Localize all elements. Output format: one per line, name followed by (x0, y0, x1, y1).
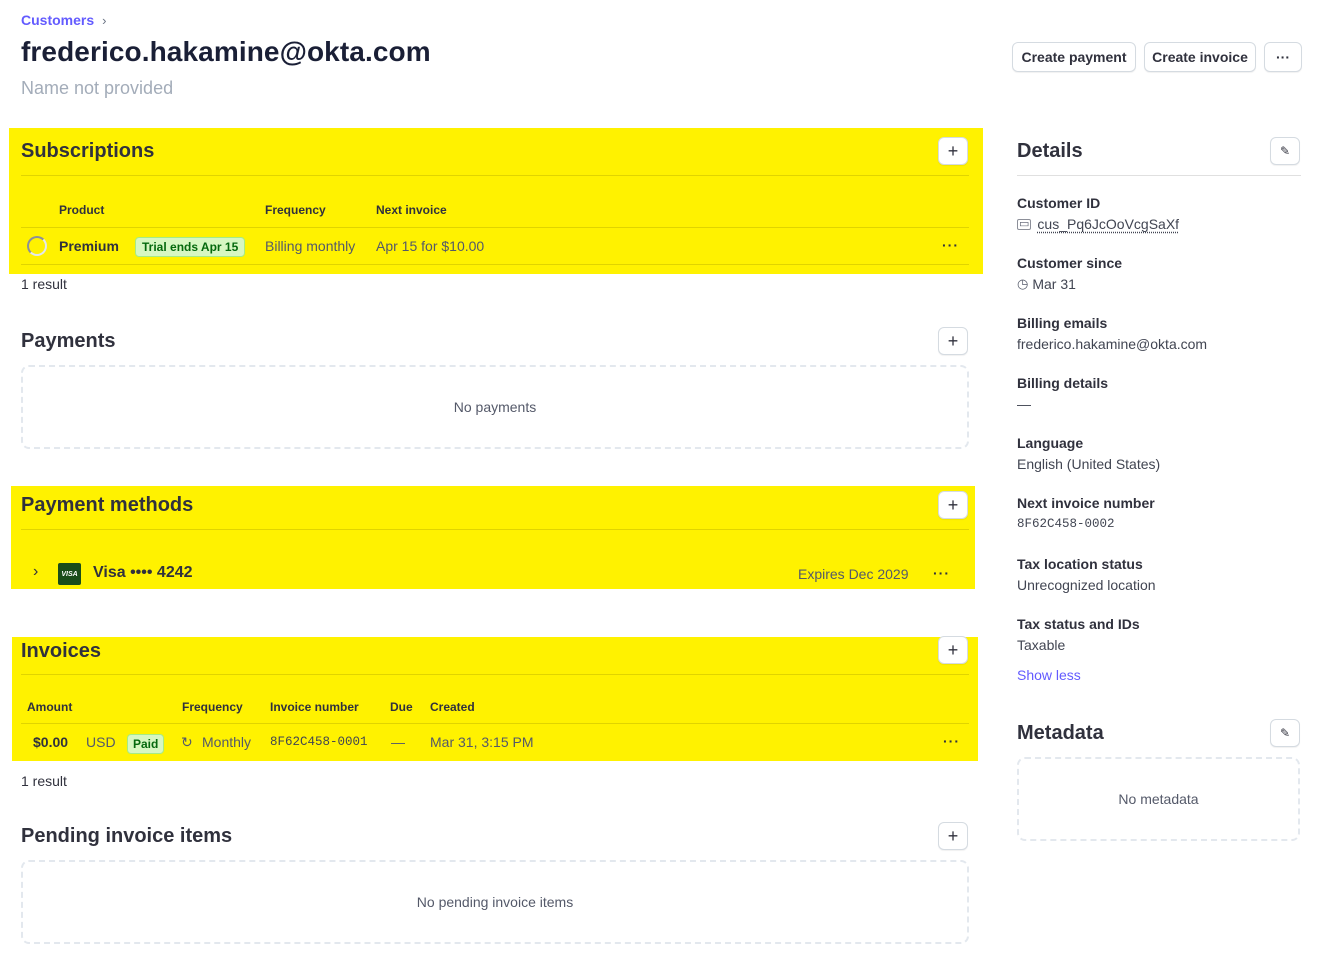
subscriptions-result-count: 1 result (21, 276, 67, 292)
status-badge: Paid (127, 734, 165, 754)
edit-details-button[interactable]: ✎ (1270, 137, 1300, 165)
divider (21, 529, 969, 530)
column-header-amount: Amount (27, 700, 73, 714)
invoice-number: 8F62C458-0001 (270, 735, 368, 749)
subscription-frequency: Billing monthly (265, 238, 356, 254)
divider (21, 674, 969, 675)
invoice-row[interactable]: $0.00 USD Paid ↻ Monthly 8F62C458-0001 —… (21, 724, 969, 760)
invoice-currency: USD (86, 734, 116, 750)
divider (21, 264, 969, 265)
chevron-right-icon[interactable]: › (33, 563, 38, 581)
details-title: Details (1017, 140, 1083, 162)
invoices-result-count: 1 result (21, 773, 67, 789)
id-card-icon: ▭ (1017, 217, 1032, 230)
divider (21, 175, 969, 176)
more-actions-button[interactable]: ··· (1264, 42, 1302, 72)
metadata-empty-state: No metadata (1017, 757, 1300, 841)
next-invoice-number-label: Next invoice number (1017, 495, 1155, 511)
add-subscription-button[interactable]: + (938, 137, 968, 165)
add-pending-item-button[interactable]: + (938, 822, 968, 850)
invoice-created: Mar 31, 3:15 PM (430, 734, 534, 750)
pending-items-empty-state: No pending invoice items (21, 860, 969, 944)
plus-icon: + (947, 141, 959, 161)
card-label: Visa •••• 4242 (93, 564, 193, 581)
column-header-product: Product (59, 203, 105, 217)
billing-emails-value: frederico.hakamine@okta.com (1017, 336, 1208, 352)
customer-since: ◷ Mar 31 (1017, 276, 1076, 292)
chevron-right-icon: › (102, 12, 107, 28)
customer-since-value: Mar 31 (1032, 276, 1076, 292)
column-header-created: Created (430, 700, 475, 714)
subscription-next-invoice: Apr 15 for $10.00 (376, 238, 485, 254)
payment-method-menu-icon[interactable]: ··· (933, 565, 950, 581)
page-title: frederico.hakamine@okta.com (21, 36, 431, 67)
visa-card-logo: VISA (58, 563, 81, 585)
pencil-icon: ✎ (1279, 144, 1291, 158)
tax-status-label: Tax status and IDs (1017, 616, 1140, 632)
trial-badge: Trial ends Apr 15 (135, 237, 246, 257)
edit-metadata-button[interactable]: ✎ (1270, 719, 1300, 747)
plus-icon: + (947, 331, 959, 351)
subscriptions-title: Subscriptions (21, 140, 155, 162)
create-invoice-button[interactable]: Create invoice (1144, 42, 1256, 72)
column-header-due: Due (390, 700, 413, 714)
subscription-row[interactable]: Premium Trial ends Apr 15 Billing monthl… (21, 228, 969, 264)
add-invoice-button[interactable]: + (938, 636, 968, 664)
metadata-title: Metadata (1017, 722, 1104, 744)
language-label: Language (1017, 435, 1084, 451)
customer-id-value[interactable]: cus_Pq6JcOoVcgSaXf (1037, 216, 1179, 232)
show-less-link[interactable]: Show less (1017, 667, 1081, 683)
tax-status-value: Taxable (1017, 637, 1066, 653)
breadcrumb-customers-link[interactable]: Customers (21, 12, 94, 28)
column-header-frequency: Frequency (265, 203, 326, 217)
subscription-product: Premium (59, 238, 119, 254)
billing-emails-label: Billing emails (1017, 315, 1108, 331)
billing-details-value: — (1017, 396, 1031, 412)
card-expiry: Expires Dec 2029 (798, 566, 909, 582)
divider (1017, 175, 1301, 176)
invoices-title: Invoices (21, 640, 102, 662)
customer-id[interactable]: ▭ cus_Pq6JcOoVcgSaXf (1017, 216, 1179, 232)
next-invoice-number-value: 8F62C458-0002 (1017, 517, 1115, 531)
payment-method-row[interactable]: › VISA Visa •••• 4242 Expires Dec 2029 ·… (21, 558, 969, 590)
pending-items-title: Pending invoice items (21, 825, 233, 847)
column-header-invoice-number: Invoice number (270, 700, 359, 714)
payment-methods-title: Payment methods (21, 494, 194, 516)
subscription-row-menu-icon[interactable]: ··· (942, 237, 959, 253)
customer-name: Name not provided (21, 78, 174, 98)
invoice-row-menu-icon[interactable]: ··· (943, 733, 960, 749)
payments-title: Payments (21, 330, 116, 352)
tax-location-status-label: Tax location status (1017, 556, 1143, 572)
add-payment-method-button[interactable]: + (938, 491, 968, 519)
customer-since-label: Customer since (1017, 255, 1123, 271)
recurring-icon: ↻ (181, 734, 193, 750)
clock-icon: ◷ (1017, 276, 1029, 291)
pencil-icon: ✎ (1279, 726, 1291, 740)
plus-icon: + (947, 495, 959, 515)
language-value: English (United States) (1017, 456, 1161, 472)
invoice-amount: $0.00 (33, 734, 69, 750)
customer-id-label: Customer ID (1017, 195, 1101, 211)
status-spinner-icon (27, 236, 47, 256)
column-header-frequency: Frequency (182, 700, 243, 714)
tax-location-status-value: Unrecognized location (1017, 577, 1156, 593)
column-header-next-invoice: Next invoice (376, 203, 447, 217)
plus-icon: + (947, 826, 959, 846)
add-payment-button[interactable]: + (938, 327, 968, 355)
payments-empty-state: No payments (21, 365, 969, 449)
invoice-due: — (391, 734, 405, 750)
create-payment-button[interactable]: Create payment (1012, 42, 1136, 72)
plus-icon: + (947, 640, 959, 660)
billing-details-label: Billing details (1017, 375, 1109, 391)
breadcrumb: Customers › (21, 12, 106, 28)
invoice-frequency: Monthly (202, 734, 252, 750)
